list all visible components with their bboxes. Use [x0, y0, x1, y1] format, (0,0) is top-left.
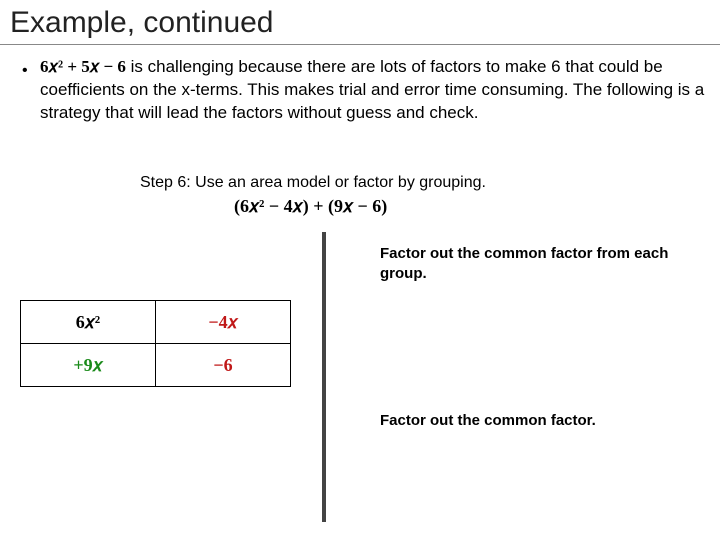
area-cell-0-0: 6𝑥²	[21, 301, 156, 344]
cell-expr-pos9x: +9𝑥	[73, 355, 102, 375]
area-cell-1-1: −6	[156, 344, 291, 387]
instruction-factor-common: Factor out the common factor.	[380, 412, 680, 429]
cell-expr-neg6: −6	[213, 355, 232, 375]
step-6-line: Step 6: Use an area model or factor by g…	[140, 174, 486, 192]
page-title: Example, continued	[10, 6, 274, 40]
intro-paragraph: 6𝑥² + 5𝑥 − 6 is challenging because ther…	[22, 56, 720, 125]
cell-expr-6x2: 6𝑥²	[76, 312, 100, 332]
grouped-expression: (6𝑥² − 4𝑥) + (9𝑥 − 6)	[234, 196, 387, 217]
cell-expr-neg4x: −4𝑥	[208, 312, 237, 332]
area-cell-0-1: −4𝑥	[156, 301, 291, 344]
instruction-factor-each-group: Factor out the common factor from each g…	[380, 244, 680, 283]
intro-text: is challenging because there are lots of…	[40, 57, 704, 122]
area-model-table: 6𝑥² −4𝑥 +9𝑥 −6	[20, 300, 291, 387]
intro-expression: 6𝑥² + 5𝑥 − 6	[40, 57, 126, 76]
title-underline	[0, 44, 720, 45]
area-cell-1-0: +9𝑥	[21, 344, 156, 387]
vertical-divider	[322, 232, 326, 522]
